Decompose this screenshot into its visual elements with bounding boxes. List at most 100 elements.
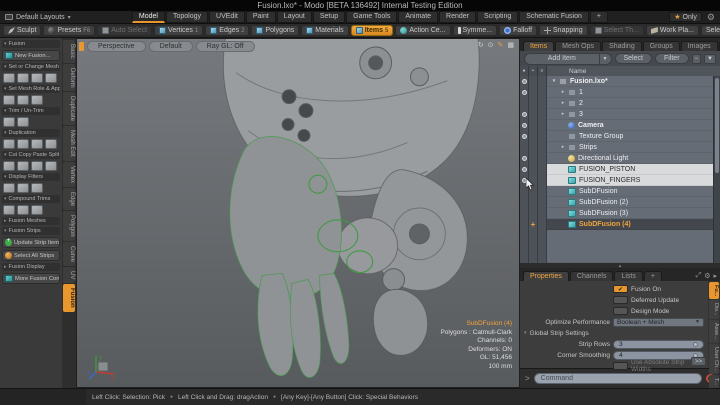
side-tab-duplicate[interactable]: Duplicate — [63, 92, 75, 125]
viewport-3d[interactable]: PerspectiveDefaultRay GL: Off ↻⊙✎▦ SubDF… — [76, 38, 520, 388]
item-name-cell[interactable]: ▸3 — [547, 109, 720, 120]
pin-cell[interactable] — [529, 87, 538, 98]
remove-role-icon[interactable] — [45, 73, 57, 83]
item-name-cell[interactable]: SubDFusion — [547, 186, 720, 197]
side-tab-mesh-edit[interactable]: Mesh Edit — [63, 126, 75, 161]
item-name-cell[interactable]: SubDFusion (2) — [547, 197, 720, 208]
section-header-fusion-meshes[interactable]: ▸Fusion Meshes — [2, 217, 60, 225]
collapse-all-icon[interactable]: − — [692, 54, 702, 64]
item-name-cell[interactable]: FUSION_PISTON — [547, 164, 720, 175]
prop-tab-channels[interactable]: Channels — [570, 271, 614, 281]
only-toggle[interactable]: ★ Only — [669, 12, 702, 22]
layout-tab-model[interactable]: Model — [132, 11, 165, 23]
visibility-cell[interactable] — [520, 109, 529, 120]
dup-mirror-icon[interactable] — [45, 139, 57, 149]
use-absolute-strip-widths-checkbox[interactable] — [613, 362, 628, 370]
layout-tab-setup[interactable]: Setup — [313, 11, 345, 23]
section-header-duplication[interactable]: ▾Duplication — [2, 129, 60, 137]
layer-cell[interactable] — [538, 142, 547, 153]
compound-a-icon[interactable] — [3, 205, 15, 215]
filter-ghost-icon[interactable] — [31, 183, 43, 193]
pin-cell[interactable]: + — [529, 219, 538, 230]
layer-cell[interactable] — [538, 87, 547, 98]
section-header-trim-un-trim[interactable]: ▾Trim / Un-Trim — [2, 107, 60, 115]
stepper-icon[interactable] — [693, 342, 698, 347]
layer-cell[interactable] — [538, 219, 547, 230]
visibility-eye-icon[interactable] — [522, 112, 527, 117]
item-row[interactable]: ▸3 — [520, 109, 720, 120]
layout-tab-item[interactable]: + — [590, 11, 608, 23]
item-list-scrollbar[interactable] — [713, 76, 720, 263]
item-row[interactable]: FUSION_PISTON — [520, 164, 720, 175]
polygons-button[interactable]: Polygons — [251, 25, 299, 36]
visibility-eye-icon[interactable] — [522, 79, 527, 84]
action-ce-button[interactable]: Action Ce... — [395, 25, 450, 36]
item-row[interactable]: ▸2 — [520, 98, 720, 109]
tab-items[interactable]: Items — [523, 41, 554, 51]
apply-intersect-icon[interactable] — [31, 95, 43, 105]
grid-icon[interactable]: ▦ — [507, 41, 514, 49]
section-header-set-or-change-mesh-role[interactable]: ▾Set or Change Mesh Role — [2, 63, 60, 71]
pin-cell[interactable] — [529, 208, 538, 219]
item-row[interactable]: ▾Fusion.lxo* — [520, 76, 720, 87]
expand-more-button[interactable]: >> — [691, 357, 706, 366]
pin-cell[interactable] — [529, 98, 538, 109]
zoom-icon[interactable]: ⊙ — [488, 41, 494, 49]
viewport-tab-default[interactable]: Default — [149, 41, 193, 52]
layer-cell[interactable] — [538, 208, 547, 219]
prop-side-tab-dis[interactable]: Dis... — [709, 300, 719, 319]
item-name-cell[interactable]: ▸1 — [547, 87, 720, 98]
trim-role-icon[interactable] — [17, 73, 29, 83]
layout-tab-uvedit[interactable]: UVEdit — [209, 11, 245, 23]
untrim-icon[interactable] — [17, 117, 29, 127]
visibility-cell[interactable] — [520, 142, 529, 153]
pen-icon[interactable]: ✎ — [498, 41, 504, 49]
visibility-eye-icon[interactable] — [522, 156, 527, 161]
pin-cell[interactable] — [529, 76, 538, 87]
prop-side-tab-user-ch[interactable]: User Ch... — [709, 344, 719, 375]
visibility-cell[interactable] — [520, 120, 529, 131]
side-tab-vertex[interactable]: Vertex — [63, 162, 75, 187]
pin-cell[interactable] — [529, 197, 538, 208]
new-fusion-button[interactable]: New Fusion... — [2, 50, 60, 61]
section-header-set-mesh-role-apply[interactable]: ▾Set Mesh Role & Apply — [2, 85, 60, 93]
visibility-eye-icon[interactable] — [522, 134, 527, 139]
add-item-dropdown[interactable]: Add Item ▼ — [524, 53, 612, 65]
section-header-cut-copy-paste-split[interactable]: ▾Cut Copy Paste Split — [2, 151, 60, 159]
layer-cell[interactable] — [538, 98, 547, 109]
visibility-cell[interactable] — [520, 197, 529, 208]
side-tab-basic[interactable]: Basic — [63, 40, 75, 63]
filter-solo-icon[interactable] — [17, 183, 29, 193]
visibility-cell[interactable] — [520, 208, 529, 219]
item-name-cell[interactable]: ▸2 — [547, 98, 720, 109]
side-tab-uv[interactable]: UV — [63, 267, 75, 283]
item-row[interactable]: FUSION_FINGERS — [520, 175, 720, 186]
layer-cell[interactable] — [538, 175, 547, 186]
apply-primary-icon[interactable] — [3, 95, 15, 105]
layout-tab-scripting[interactable]: Scripting — [477, 11, 518, 23]
pin-cell[interactable] — [529, 142, 538, 153]
viewport-thumb-icon[interactable] — [79, 42, 84, 51]
prop-side-tab-t[interactable]: T... — [709, 375, 719, 388]
command-input[interactable] — [534, 373, 702, 384]
prop-tab-item[interactable]: + — [644, 271, 662, 281]
visibility-eye-icon[interactable] — [522, 123, 527, 128]
layer-cell[interactable] — [538, 120, 547, 131]
sculpt-button[interactable]: Sculpt — [3, 25, 41, 36]
rotate-icon[interactable]: ↻ — [478, 41, 484, 49]
presets-button[interactable]: PresetsF6 — [43, 25, 95, 36]
item-row[interactable]: ▸1 — [520, 87, 720, 98]
prop-tab-properties[interactable]: Properties — [523, 271, 569, 281]
layer-cell[interactable] — [538, 109, 547, 120]
layout-tab-game-tools[interactable]: Game Tools — [346, 11, 397, 23]
pin-cell[interactable] — [529, 109, 538, 120]
fusion-on-checkbox[interactable]: ✔ — [613, 285, 628, 293]
side-tab-fusion[interactable]: Fusion — [63, 284, 75, 312]
section-header-fusion-display[interactable]: ▸Fusion Display — [2, 263, 60, 271]
tab-shading[interactable]: Shading — [602, 41, 642, 51]
selectio-button[interactable]: Selectio... — [701, 25, 720, 36]
viewport-tab-perspective[interactable]: Perspective — [87, 41, 146, 52]
pin-cell[interactable] — [529, 120, 538, 131]
section-header-compound-trims[interactable]: ▾Compound Trims — [2, 195, 60, 203]
section-header-fusion[interactable]: ▾Fusion — [2, 40, 60, 48]
